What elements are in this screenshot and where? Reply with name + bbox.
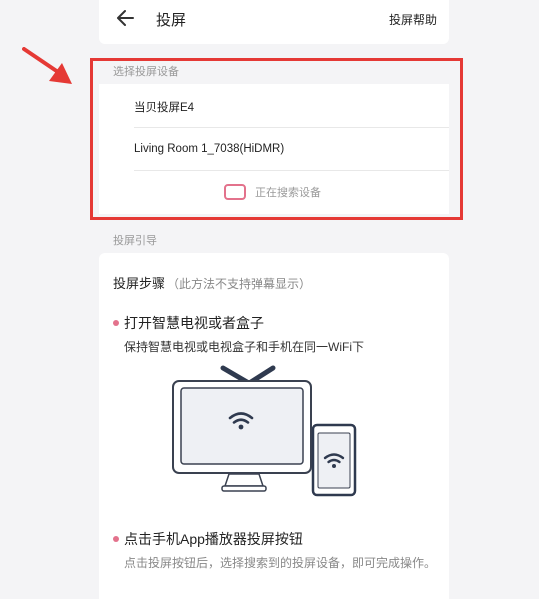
step-bullet [113, 536, 119, 542]
annotation-arrow-icon [22, 47, 72, 84]
highlight-box [90, 58, 463, 220]
steps-heading: 投屏步骤 （此方法不支持弹幕显示） [113, 273, 311, 292]
steps-title: 投屏步骤 [113, 276, 166, 291]
help-button[interactable]: 投屏帮助 [389, 11, 437, 28]
top-bar: 投屏 投屏帮助 [99, 0, 449, 44]
step2-title: 点击手机App播放器投屏按钮 [124, 531, 303, 547]
step-bullet [113, 320, 119, 326]
tv-phone-illustration [172, 365, 357, 497]
guide-section-label: 投屏引导 [113, 235, 157, 247]
steps-note: （此方法不支持弹幕显示） [167, 277, 312, 291]
step1-title: 打开智慧电视或者盒子 [124, 315, 264, 331]
step1-desc: 保持智慧电视或电视盒子和手机在同一WiFi下 [124, 340, 364, 354]
page-title: 投屏 [156, 12, 187, 29]
step2-desc: 点击投屏按钮后，选择搜索到的投屏设备，即可完成操作。 [124, 556, 437, 570]
guide-card: 投屏步骤 （此方法不支持弹幕显示） 打开智慧电视或者盒子 保持智慧电视或电视盒子和… [99, 253, 449, 599]
arrow-left-icon[interactable] [116, 8, 136, 28]
